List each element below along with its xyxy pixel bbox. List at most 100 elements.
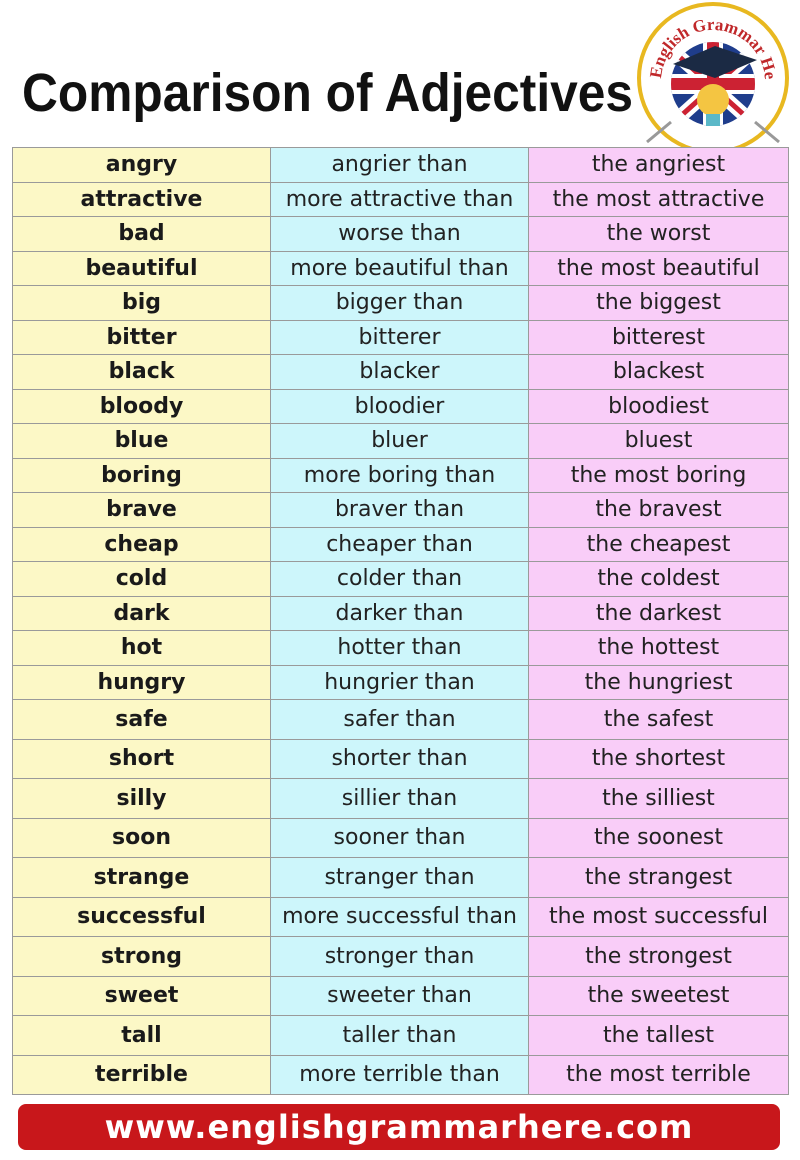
superlative-form-cell: the darkest xyxy=(528,595,789,631)
base-form-cell: dark xyxy=(12,595,271,631)
comparative-form-cell: braver than xyxy=(270,492,529,528)
superlative-form-cell: the strongest xyxy=(528,936,789,977)
comparative-form-cell: more successful than xyxy=(270,896,529,937)
base-form-cell: bad xyxy=(12,216,271,252)
base-form-cell: cheap xyxy=(12,526,271,562)
table-row: short shorter than the shortest xyxy=(12,738,789,779)
base-form-cell: short xyxy=(12,738,271,779)
table-row: cold colder than the coldest xyxy=(12,561,789,597)
base-form-cell: tall xyxy=(12,1015,271,1056)
base-form-cell: brave xyxy=(12,492,271,528)
comparative-form-cell: more attractive than xyxy=(270,181,529,217)
superlative-form-cell: the tallest xyxy=(528,1015,789,1056)
base-form-cell: terrible xyxy=(12,1054,271,1095)
base-form-cell: boring xyxy=(12,457,271,493)
table-row: big bigger than the biggest xyxy=(12,285,789,321)
website-url-banner: www.englishgrammarhere.com xyxy=(18,1104,780,1150)
superlative-form-cell: the angriest xyxy=(528,147,789,183)
comparative-form-cell: safer than xyxy=(270,699,529,740)
table-row: bitter bitterer bitterest xyxy=(12,319,789,355)
superlative-form-cell: the most attractive xyxy=(528,181,789,217)
comparative-form-cell: darker than xyxy=(270,595,529,631)
table-row: sweet sweeter than the sweetest xyxy=(12,975,789,1016)
comparative-form-cell: more beautiful than xyxy=(270,250,529,286)
comparative-form-cell: hotter than xyxy=(270,630,529,666)
comparative-form-cell: angrier than xyxy=(270,147,529,183)
base-form-cell: strong xyxy=(12,936,271,977)
base-form-cell: hungry xyxy=(12,664,271,700)
comparative-form-cell: bitterer xyxy=(270,319,529,355)
superlative-form-cell: blackest xyxy=(528,354,789,390)
superlative-form-cell: the safest xyxy=(528,699,789,740)
base-form-cell: attractive xyxy=(12,181,271,217)
superlative-form-cell: the most beautiful xyxy=(528,250,789,286)
comparison-table: angry angrier than the angriest attractive m… xyxy=(12,147,789,1095)
page-title: Comparison of Adjectives xyxy=(22,63,634,123)
table-row: black blacker blackest xyxy=(12,354,789,390)
table-row: dark darker than the darkest xyxy=(12,595,789,631)
superlative-form-cell: the hungriest xyxy=(528,664,789,700)
base-form-cell: hot xyxy=(12,630,271,666)
superlative-form-cell: bloodiest xyxy=(528,388,789,424)
comparative-form-cell: blacker xyxy=(270,354,529,390)
base-form-cell: silly xyxy=(12,778,271,819)
comparative-form-cell: hungrier than xyxy=(270,664,529,700)
comparative-form-cell: sillier than xyxy=(270,778,529,819)
base-form-cell: black xyxy=(12,354,271,390)
base-form-cell: big xyxy=(12,285,271,321)
superlative-form-cell: the strangest xyxy=(528,857,789,898)
comparative-form-cell: bigger than xyxy=(270,285,529,321)
base-form-cell: soon xyxy=(12,817,271,858)
table-row: hot hotter than the hottest xyxy=(12,630,789,666)
table-row: bad worse than the worst xyxy=(12,216,789,252)
superlative-form-cell: the shortest xyxy=(528,738,789,779)
table-row: terrible more terrible than the most terri… xyxy=(12,1054,789,1095)
comparative-form-cell: more terrible than xyxy=(270,1054,529,1095)
superlative-form-cell: the silliest xyxy=(528,778,789,819)
comparative-form-cell: stronger than xyxy=(270,936,529,977)
superlative-form-cell: the cheapest xyxy=(528,526,789,562)
table-row: attractive more attractive than the most a… xyxy=(12,181,789,217)
base-form-cell: strange xyxy=(12,857,271,898)
base-form-cell: beautiful xyxy=(12,250,271,286)
table-row: silly sillier than the silliest xyxy=(12,778,789,819)
table-row: strong stronger than the strongest xyxy=(12,936,789,977)
table-row: cheap cheaper than the cheapest xyxy=(12,526,789,562)
table-row: strange stranger than the strangest xyxy=(12,857,789,898)
comparative-form-cell: stranger than xyxy=(270,857,529,898)
superlative-form-cell: the worst xyxy=(528,216,789,252)
table-row: bloody bloodier bloodiest xyxy=(12,388,789,424)
site-logo: English Grammar Here.Com xyxy=(633,2,789,152)
table-row: boring more boring than the most boring xyxy=(12,457,789,493)
table-row: soon sooner than the soonest xyxy=(12,817,789,858)
comparative-form-cell: cheaper than xyxy=(270,526,529,562)
base-form-cell: sweet xyxy=(12,975,271,1016)
table-row: successful more successful than the most s… xyxy=(12,896,789,937)
superlative-form-cell: the most terrible xyxy=(528,1054,789,1095)
comparative-form-cell: bluer xyxy=(270,423,529,459)
base-form-cell: successful xyxy=(12,896,271,937)
base-form-cell: bitter xyxy=(12,319,271,355)
lightbulb-icon xyxy=(697,84,729,116)
superlative-form-cell: the bravest xyxy=(528,492,789,528)
superlative-form-cell: the most successful xyxy=(528,896,789,937)
base-form-cell: cold xyxy=(12,561,271,597)
superlative-form-cell: the biggest xyxy=(528,285,789,321)
comparative-form-cell: more boring than xyxy=(270,457,529,493)
comparative-form-cell: bloodier xyxy=(270,388,529,424)
base-form-cell: safe xyxy=(12,699,271,740)
comparative-form-cell: worse than xyxy=(270,216,529,252)
superlative-form-cell: bitterest xyxy=(528,319,789,355)
table-row: blue bluer bluest xyxy=(12,423,789,459)
base-form-cell: bloody xyxy=(12,388,271,424)
comparative-form-cell: sooner than xyxy=(270,817,529,858)
comparative-form-cell: shorter than xyxy=(270,738,529,779)
comparative-form-cell: taller than xyxy=(270,1015,529,1056)
table-row: beautiful more beautiful than the most bea… xyxy=(12,250,789,286)
superlative-form-cell: the soonest xyxy=(528,817,789,858)
comparative-form-cell: colder than xyxy=(270,561,529,597)
table-row: safe safer than the safest xyxy=(12,699,789,740)
superlative-form-cell: the hottest xyxy=(528,630,789,666)
superlative-form-cell: the coldest xyxy=(528,561,789,597)
superlative-form-cell: bluest xyxy=(528,423,789,459)
